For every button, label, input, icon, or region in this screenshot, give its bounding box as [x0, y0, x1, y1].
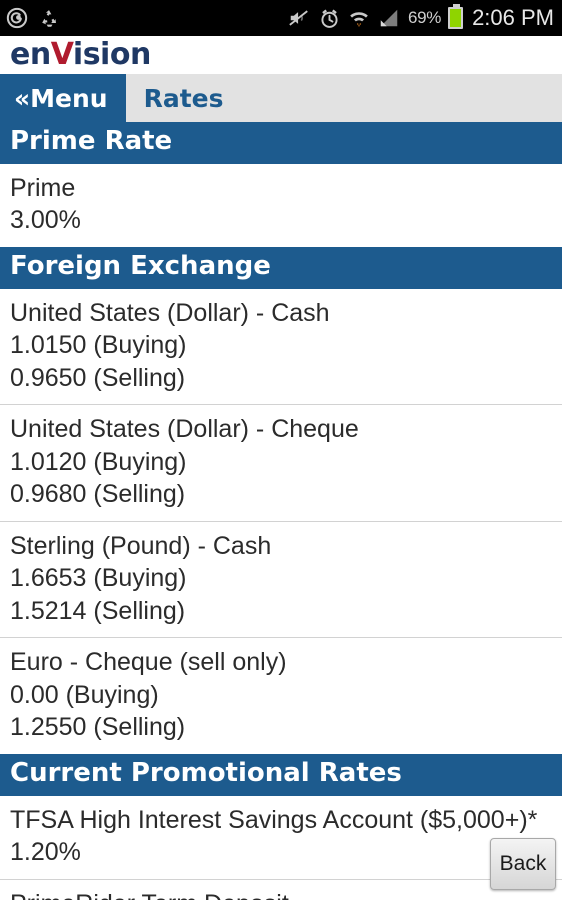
recycle-icon [42, 10, 56, 27]
rate-line-buying: 1.0150 (Buying) [10, 331, 187, 360]
rate-line-selling: 1.2550 (Selling) [10, 713, 186, 742]
section-header-promotional-rates: Current Promotional Rates [0, 753, 562, 796]
rate-line-selling: 0.9650 (Selling) [10, 363, 186, 392]
tab-bar: «Menu Rates [0, 74, 562, 122]
rate-group[interactable]: Euro - Cheque (sell only) 0.00 (Buying) … [0, 638, 562, 754]
tab-rates[interactable]: Rates [126, 74, 240, 122]
tab-menu-label: «Menu [14, 83, 108, 113]
tab-menu[interactable]: «Menu [0, 74, 126, 122]
rate-line-name: TFSA High Interest Savings Account ($5,0… [10, 805, 538, 834]
logo-text-part3: ision [72, 37, 151, 72]
app-circle-icon [6, 7, 28, 29]
status-bar-left-icons [6, 7, 60, 29]
rate-group[interactable]: United States (Dollar) - Cheque 1.0120 (… [0, 405, 562, 522]
rate-line-name: Euro - Cheque (sell only) [10, 648, 287, 677]
rate-line-selling: 0.9680 (Selling) [10, 480, 186, 509]
rate-group[interactable]: Prime 3.00% [0, 163, 562, 247]
tab-rates-label: Rates [143, 83, 224, 113]
wifi-transfer-icon [350, 11, 368, 27]
envision-logo: enVision [10, 40, 151, 70]
rate-group[interactable]: PrimeRider Term Deposit [0, 879, 562, 900]
rate-line-buying: 1.6653 (Buying) [10, 564, 187, 593]
rate-group[interactable]: TFSA High Interest Savings Account ($5,0… [0, 795, 562, 880]
logo-text-part1: en [10, 37, 51, 72]
rate-line-value: 1.20% [10, 838, 81, 867]
logo-text-part2: V [50, 37, 74, 72]
rate-line-value: 3.00% [10, 206, 81, 235]
battery-icon [448, 4, 464, 29]
rate-line-selling: 1.5214 (Selling) [10, 596, 186, 625]
back-button[interactable]: Back [490, 838, 556, 890]
rate-line-buying: 1.0120 (Buying) [10, 447, 187, 476]
signal-bars-icon [380, 9, 398, 27]
status-bar: 69% 2:06 PM [0, 0, 562, 36]
section-header-foreign-exchange: Foreign Exchange [0, 246, 562, 289]
back-button-label: Back [499, 852, 547, 875]
battery-percent-label: 69% [407, 8, 442, 27]
status-bar-right-icons: 69% 2:06 PM [287, 4, 554, 31]
clock-label: 2:06 PM [472, 5, 554, 30]
rate-line-name: PrimeRider Term Deposit [10, 888, 552, 900]
rate-line-buying: 0.00 (Buying) [10, 680, 159, 709]
rates-content: Prime Rate Prime 3.00% Foreign Exchange … [0, 122, 562, 900]
mute-icon [289, 10, 308, 26]
section-header-prime-rate: Prime Rate [0, 122, 562, 164]
rate-line-name: United States (Dollar) - Cash [10, 298, 330, 327]
rate-line-name: Prime [10, 173, 76, 202]
app-logo-bar: enVision [0, 36, 562, 74]
alarm-icon [321, 8, 338, 28]
rate-line-name: United States (Dollar) - Cheque [10, 415, 359, 444]
rate-group[interactable]: Sterling (Pound) - Cash 1.6653 (Buying) … [0, 521, 562, 639]
rate-group[interactable]: United States (Dollar) - Cash 1.0150 (Bu… [0, 288, 562, 406]
rate-line-name: Sterling (Pound) - Cash [10, 531, 272, 560]
